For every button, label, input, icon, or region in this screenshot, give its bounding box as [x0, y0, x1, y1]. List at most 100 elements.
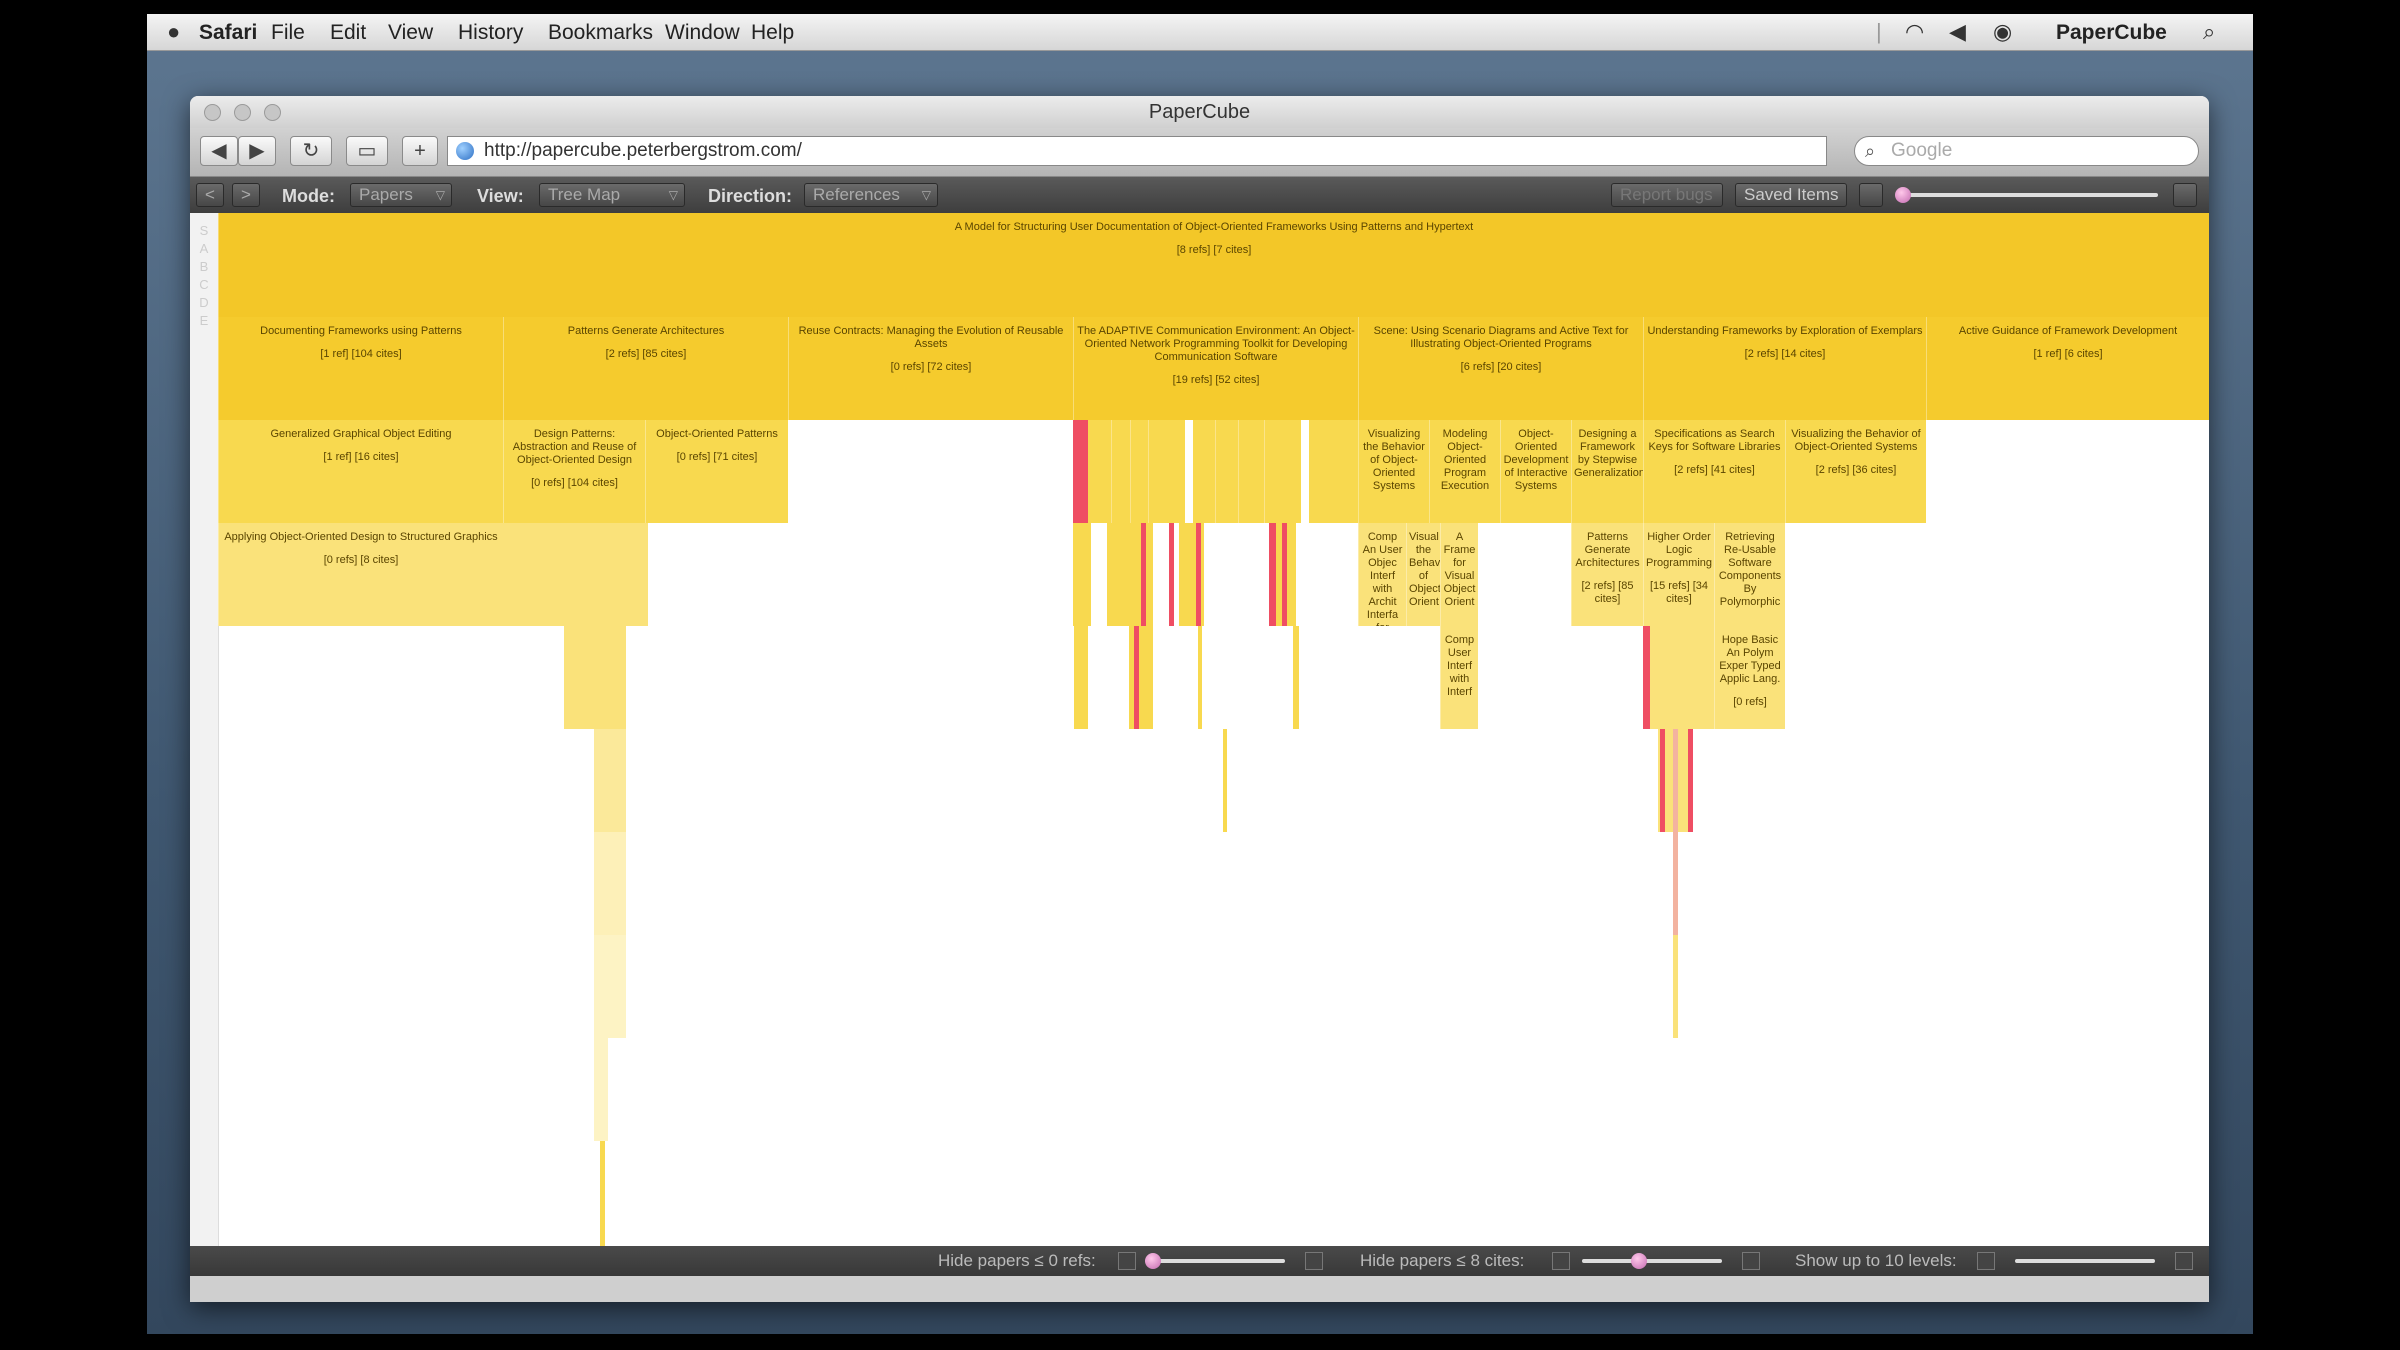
treemap-node-l2-strip[interactable]	[1073, 420, 1088, 523]
menu-window[interactable]: Window	[665, 21, 740, 45]
treemap-node-l1[interactable]: Patterns Generate Architectures [2 refs]…	[503, 317, 788, 420]
menu-help[interactable]: Help	[751, 21, 794, 45]
address-bar[interactable]: http://papercube.peterbergstrom.com/	[447, 136, 1827, 166]
treemap-node-l3-strip[interactable]	[1196, 523, 1201, 626]
zoom-slider[interactable]	[1898, 193, 2158, 197]
treemap-node-l2-strip[interactable]	[1148, 420, 1149, 523]
treemap-node-l3-strip[interactable]	[1282, 523, 1287, 626]
mode-select[interactable]: Papers ▽	[350, 183, 452, 207]
menu-history[interactable]: History	[458, 21, 523, 45]
treemap-node-l2-strip[interactable]	[1088, 420, 1185, 523]
forward-button[interactable]: ▶	[238, 136, 276, 166]
treemap-node-l3-strip[interactable]	[1073, 523, 1091, 626]
treemap-node-l5-strip[interactable]	[1660, 729, 1665, 832]
treemap-node-l1[interactable]: Active Guidance of Framework Development…	[1926, 317, 2209, 420]
treemap-node-l2-strip[interactable]	[1238, 420, 1239, 523]
report-bugs-button[interactable]: Report bugs	[1611, 183, 1723, 207]
treemap-node-l3-strip[interactable]	[503, 523, 648, 626]
add-bookmark-button[interactable]: +	[402, 136, 438, 166]
treemap-node-l2[interactable]: Object-Oriented Patterns [0 refs] [71 ci…	[645, 420, 788, 523]
treemap-node-l3[interactable]: Retrieving Re-Usable Software Components…	[1714, 523, 1785, 626]
treemap-node-l3-strip[interactable]	[1169, 523, 1174, 626]
treemap-node-l3[interactable]: Visual the Behav of Object Orient	[1406, 523, 1440, 626]
treemap-node-l3-strip[interactable]	[1141, 523, 1146, 626]
treemap-node-l5-strip[interactable]	[1223, 729, 1227, 832]
treemap-node-l7-strip[interactable]	[594, 935, 626, 1038]
treemap-node-l9-strip[interactable]	[600, 1141, 605, 1246]
treemap-node-l1[interactable]: The ADAPTIVE Communication Environment: …	[1073, 317, 1358, 420]
treemap-node-l2[interactable]: Object-Oriented Development of Interacti…	[1500, 420, 1571, 523]
treemap-node-l4-strip[interactable]	[1293, 626, 1299, 729]
treemap-node-l2[interactable]: Design Patterns: Abstraction and Reuse o…	[503, 420, 645, 523]
treemap-node-l5-strip[interactable]	[1688, 729, 1693, 832]
treemap-node-l4-strip[interactable]	[1198, 626, 1202, 729]
treemap-node-l2[interactable]: Designing a Framework by Stepwise Genera…	[1571, 420, 1643, 523]
treemap-node-l4-strip[interactable]	[1650, 626, 1714, 729]
history-forward-button[interactable]: >	[232, 183, 260, 207]
hide-cites-increment[interactable]	[1742, 1252, 1760, 1270]
spotlight-search-icon[interactable]: ⌕	[2203, 19, 2215, 45]
hide-refs-increment[interactable]	[1305, 1252, 1323, 1270]
treemap-node-l2-strip[interactable]	[1193, 420, 1301, 523]
hide-refs-decrement[interactable]	[1118, 1252, 1136, 1270]
menu-file[interactable]: File	[271, 21, 305, 45]
treemap-node-l3-strip[interactable]	[1269, 523, 1276, 626]
saved-items-button[interactable]: Saved Items	[1735, 183, 1847, 207]
reload-button[interactable]: ↻	[290, 136, 332, 166]
treemap-node-l2-strip[interactable]	[1111, 420, 1112, 523]
zoom-in-button[interactable]	[2173, 183, 2197, 207]
menu-edit[interactable]: Edit	[330, 21, 366, 45]
treemap-node-l2-strip[interactable]	[1309, 420, 1358, 523]
google-search-input[interactable]: ⌕ Google	[1854, 136, 2199, 166]
direction-select[interactable]: References ▽	[804, 183, 938, 207]
back-button[interactable]: ◀	[200, 136, 238, 166]
treemap-node-l6-strip[interactable]	[1673, 832, 1678, 935]
treemap-node-l3[interactable]: A Frame for Visual Object Orient	[1440, 523, 1478, 626]
treemap-node-l3[interactable]: Applying Object-Oriented Design to Struc…	[218, 523, 503, 626]
treemap-node-l2-strip[interactable]	[1130, 420, 1131, 523]
treemap-node-l3[interactable]: Comp An User Objec Interf with Archit In…	[1358, 523, 1406, 626]
treemap-node-l4-strip[interactable]	[1134, 626, 1139, 729]
volume-icon[interactable]: ◀	[1949, 19, 1966, 45]
treemap-node-l4-strip[interactable]	[1643, 626, 1650, 729]
view-select[interactable]: Tree Map ▽	[539, 183, 685, 207]
treemap-node-l1[interactable]: Documenting Frameworks using Patterns [1…	[218, 317, 503, 420]
history-back-button[interactable]: <	[196, 183, 224, 207]
menu-bookmarks[interactable]: Bookmarks	[548, 21, 653, 45]
treemap-node-l1[interactable]: Scene: Using Scenario Diagrams and Activ…	[1358, 317, 1643, 420]
treemap-node-l8-strip[interactable]	[594, 1038, 608, 1141]
treemap-root-node[interactable]: A Model for Structuring User Documentati…	[218, 213, 2209, 317]
treemap-node-l3-strip[interactable]	[1107, 523, 1153, 626]
zoom-out-button[interactable]	[1859, 183, 1883, 207]
treemap-node-l4-strip[interactable]	[564, 626, 626, 729]
bookmarks-button[interactable]: ▭	[346, 136, 388, 166]
hide-refs-slider[interactable]	[1145, 1259, 1285, 1263]
apple-icon[interactable]: ●	[167, 19, 180, 45]
treemap-node-l5-strip[interactable]	[1673, 729, 1678, 832]
screen-sharing-icon[interactable]: ◉	[1993, 19, 2012, 45]
zoom-slider-knob[interactable]	[1895, 187, 1912, 203]
treemap-node-l6-strip[interactable]	[594, 832, 626, 935]
hide-refs-slider-knob[interactable]	[1145, 1253, 1161, 1269]
treemap-node-l4[interactable]: Hope Basic An Polym Exper Typed Applic L…	[1714, 626, 1785, 729]
treemap-node-l1[interactable]: Understanding Frameworks by Exploration …	[1643, 317, 1926, 420]
treemap-node-l4[interactable]: Comp User Interf with Interf	[1440, 626, 1478, 729]
wifi-icon[interactable]: ◠	[1905, 19, 1924, 45]
treemap-node-l2[interactable]: Visualizing the Behavior of Object-Orien…	[1358, 420, 1429, 523]
treemap-node-l4-strip[interactable]	[1129, 626, 1153, 729]
levels-decrement[interactable]	[1977, 1252, 1995, 1270]
treemap-node-l7-strip[interactable]	[1673, 935, 1678, 1038]
treemap-node-l3[interactable]: Patterns Generate Architectures [2 refs]…	[1571, 523, 1643, 626]
levels-increment[interactable]	[2175, 1252, 2193, 1270]
treemap-node-l3[interactable]: Higher Order Logic Programming [15 refs]…	[1643, 523, 1714, 626]
treemap-node-l2[interactable]: Visualizing the Behavior of Object-Orien…	[1785, 420, 1926, 523]
treemap-node-l2-strip[interactable]	[1215, 420, 1216, 523]
treemap-node-l4-strip[interactable]	[1074, 626, 1088, 729]
levels-slider[interactable]	[2015, 1259, 2155, 1263]
hide-cites-slider[interactable]	[1582, 1259, 1722, 1263]
treemap-node-l2-strip[interactable]	[1264, 420, 1265, 523]
treemap-node-l2[interactable]: Modeling Object-Oriented Program Executi…	[1429, 420, 1500, 523]
treemap-node-l2[interactable]: Generalized Graphical Object Editing [1 …	[218, 420, 503, 523]
menu-app-safari[interactable]: Safari	[199, 21, 257, 45]
hide-cites-slider-knob[interactable]	[1631, 1253, 1647, 1269]
